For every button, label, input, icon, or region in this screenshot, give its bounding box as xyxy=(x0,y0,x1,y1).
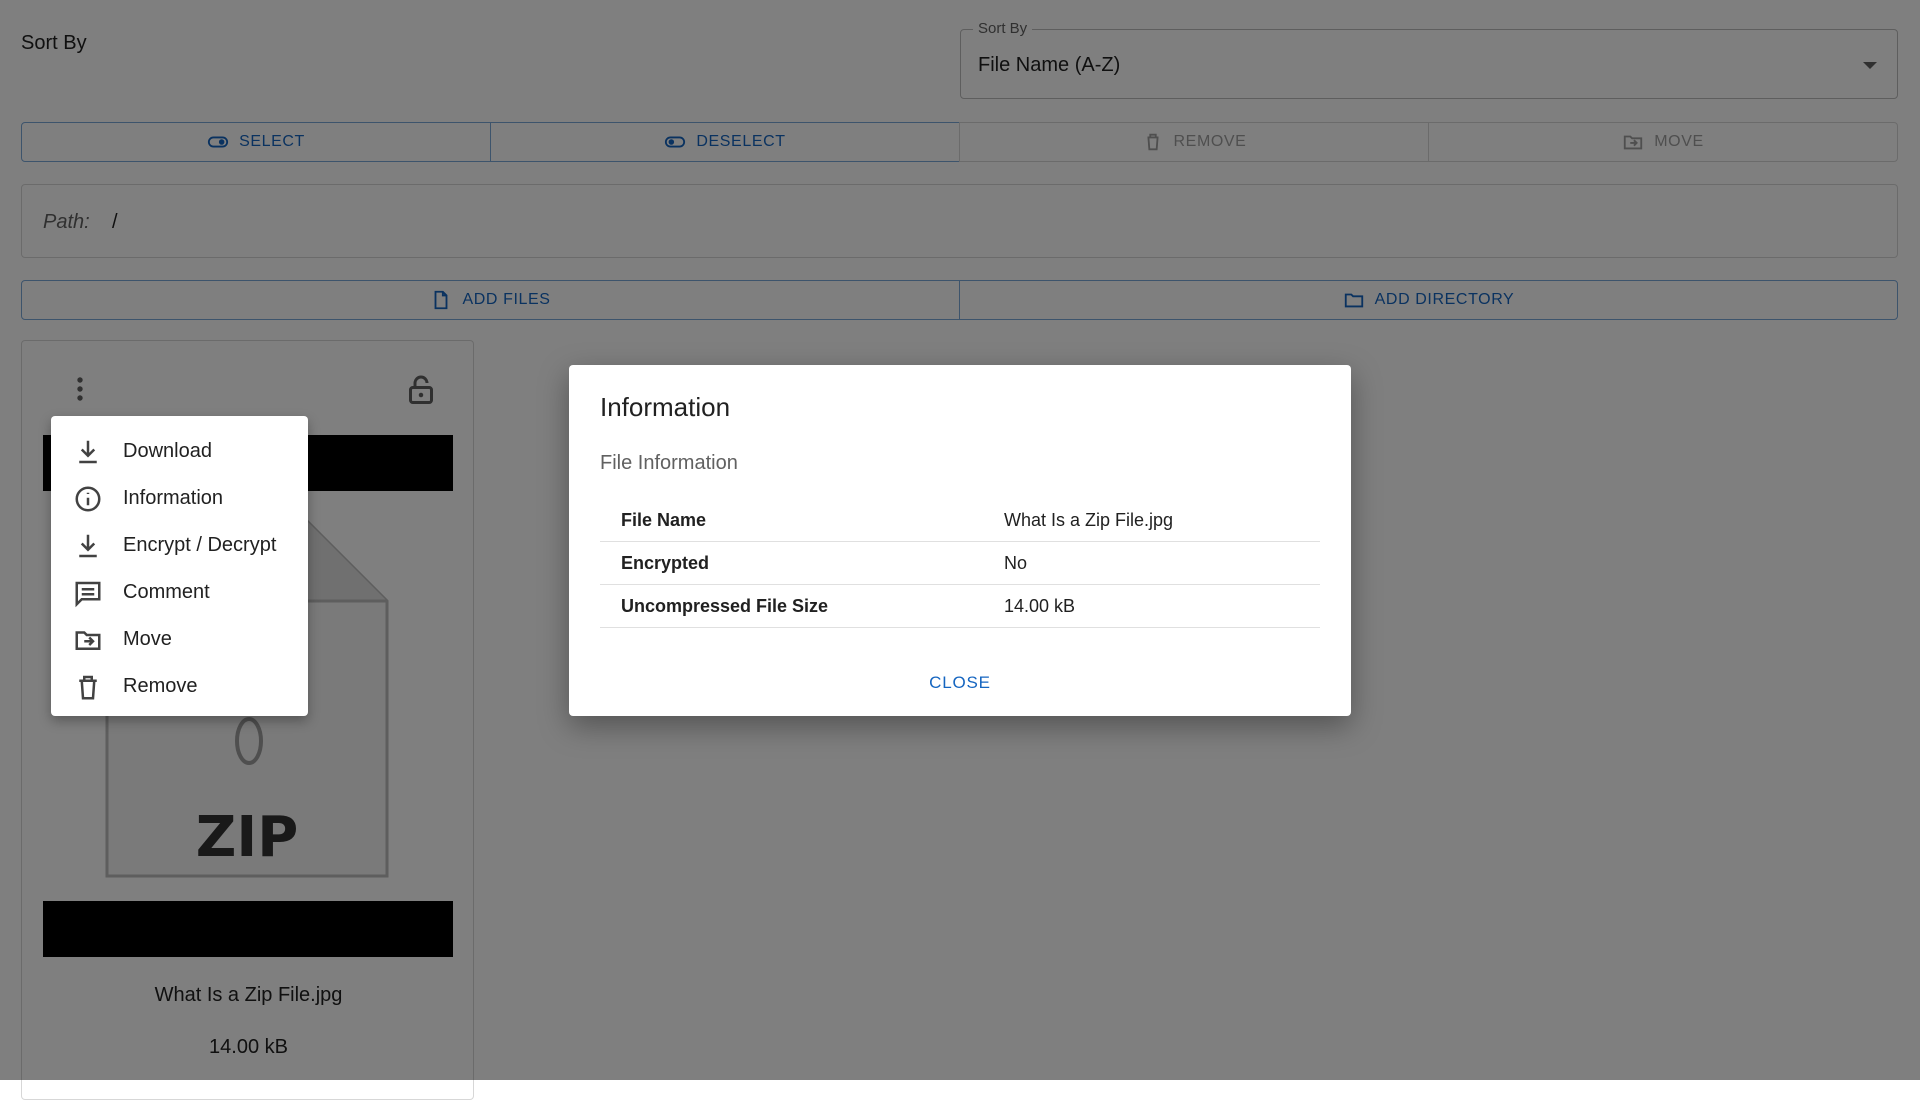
dialog-title: Information xyxy=(600,392,731,422)
info-key: File Name xyxy=(600,499,983,542)
menu-item-label: Information xyxy=(123,487,224,509)
menu-item-information[interactable]: Information xyxy=(51,475,308,522)
information-dialog: Information File Information File Name W… xyxy=(569,365,1351,716)
comment-icon xyxy=(75,581,101,607)
info-key: Uncompressed File Size xyxy=(600,584,983,628)
menu-item-move[interactable]: Move xyxy=(51,616,308,663)
menu-item-download[interactable]: Download xyxy=(51,428,308,475)
info-value: What Is a Zip File.jpg xyxy=(983,499,1320,542)
download-icon xyxy=(79,440,97,463)
table-row: Uncompressed File Size 14.00 kB xyxy=(600,584,1320,628)
menu-item-label: Comment xyxy=(123,581,210,603)
menu-item-comment[interactable]: Comment xyxy=(51,569,308,616)
info-value: No xyxy=(983,541,1320,585)
menu-item-label: Remove xyxy=(123,675,198,697)
trash-icon xyxy=(79,675,97,699)
encrypt-icon xyxy=(79,534,97,557)
info-key: Encrypted xyxy=(600,541,983,585)
menu-item-remove[interactable]: Remove xyxy=(51,663,308,710)
menu-item-label: Encrypt / Decrypt xyxy=(123,534,277,556)
close-button[interactable]: CLOSE xyxy=(569,673,1351,693)
info-icon xyxy=(75,486,101,511)
dialog-subtitle: File Information xyxy=(600,452,738,474)
menu-item-label: Download xyxy=(123,440,212,462)
file-info-table: File Name What Is a Zip File.jpg Encrypt… xyxy=(600,499,1320,628)
menu-item-label: Move xyxy=(123,628,172,650)
menu-item-encrypt-decrypt[interactable]: Encrypt / Decrypt xyxy=(51,522,308,569)
info-value: 14.00 kB xyxy=(983,584,1320,628)
table-row: File Name What Is a Zip File.jpg xyxy=(600,499,1320,542)
context-menu: Download Information Encrypt / Decrypt C… xyxy=(51,416,308,716)
table-row: Encrypted No xyxy=(600,541,1320,585)
move-icon xyxy=(75,630,101,650)
